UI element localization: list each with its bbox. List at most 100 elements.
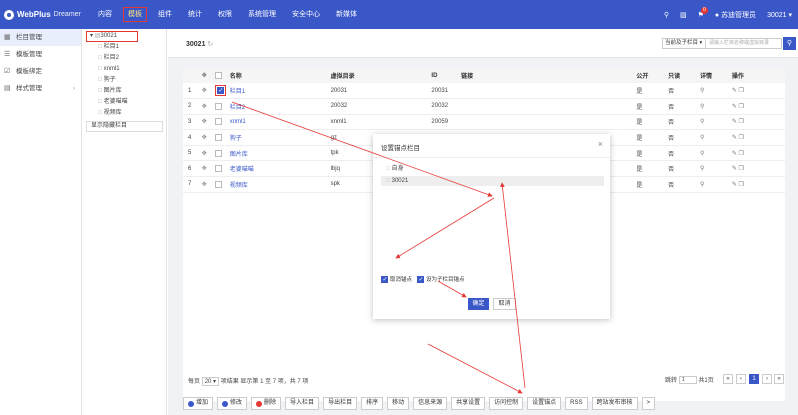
- detail-icon[interactable]: ⚲: [700, 176, 732, 193]
- add-button[interactable]: 增加: [183, 397, 214, 410]
- row-checkbox[interactable]: [214, 149, 222, 157]
- confirm-button[interactable]: 确定: [468, 298, 489, 310]
- copy-icon[interactable]: ❐: [739, 88, 744, 94]
- page-size-select[interactable]: 20 ▾: [201, 377, 220, 386]
- copy-icon[interactable]: ❐: [739, 119, 744, 125]
- row-checkbox[interactable]: [216, 87, 224, 94]
- nav-item-stats[interactable]: 统计: [180, 0, 210, 29]
- drag-handle-icon[interactable]: ✥: [193, 83, 215, 100]
- drag-handle-icon[interactable]: ✥: [193, 160, 215, 178]
- table-row[interactable]: 1 ✥ 栏目1 20031 20031 是 否 ⚲ ✎ ❐: [183, 83, 785, 100]
- jump-input[interactable]: 1: [678, 376, 697, 385]
- cancel-anchor-checkbox[interactable]: [381, 276, 388, 284]
- refresh-icon[interactable]: ↻: [207, 41, 213, 48]
- tree-item[interactable]: □ 栏目2: [83, 53, 166, 64]
- detail-icon[interactable]: ⚲: [700, 114, 732, 131]
- set-anchor-button[interactable]: 设置锚点: [527, 397, 562, 410]
- expand-icon[interactable]: ▾: [90, 31, 93, 42]
- info-source-button[interactable]: 信息来源: [413, 397, 448, 410]
- row-checkbox[interactable]: [214, 134, 222, 142]
- drag-handle-icon[interactable]: ✥: [193, 98, 215, 115]
- show-hidden-toggle[interactable]: 显示隐藏栏目: [86, 121, 163, 132]
- drag-handle-icon[interactable]: ✥: [193, 114, 215, 131]
- edit-icon[interactable]: ✎: [732, 119, 737, 125]
- tree-item[interactable]: □ 视频库: [83, 108, 166, 119]
- nav-item-template[interactable]: 模板: [120, 0, 150, 29]
- detail-icon[interactable]: ⚲: [700, 160, 732, 178]
- nav-item-content[interactable]: 内容: [90, 0, 120, 29]
- drag-handle-icon[interactable]: ✥: [193, 145, 215, 162]
- tree-item[interactable]: □ 狗子: [83, 75, 166, 86]
- cross-site-publish-button[interactable]: 跨站发布审核: [591, 397, 638, 410]
- row-name-link[interactable]: 视频库: [230, 183, 248, 189]
- drag-handle-icon[interactable]: ✥: [193, 176, 215, 193]
- tree-item[interactable]: □ xnml1: [83, 64, 166, 75]
- move-button[interactable]: 移动: [387, 397, 410, 410]
- ops-icons[interactable]: ✎ ❐: [731, 83, 785, 100]
- cancel-button[interactable]: 取消: [493, 298, 516, 310]
- bell-icon[interactable]: ⚑ 0: [698, 6, 708, 19]
- row-name-link[interactable]: xnml1: [230, 119, 246, 125]
- site-selector[interactable]: 30021 ▾: [767, 11, 792, 19]
- copy-icon[interactable]: ❐: [739, 135, 744, 141]
- ops-icons[interactable]: ✎ ❐: [731, 160, 785, 178]
- row-checkbox[interactable]: [214, 118, 222, 126]
- row-checkbox[interactable]: [214, 102, 222, 110]
- row-name-link[interactable]: 栏目2: [230, 105, 245, 111]
- nav-item-system[interactable]: 系统管理: [240, 0, 284, 29]
- copy-icon[interactable]: ❐: [739, 166, 744, 172]
- ops-icons[interactable]: ✎ ❐: [731, 129, 785, 146]
- edit-button[interactable]: 修改: [217, 397, 248, 410]
- anchor-option-self[interactable]: □ 自身: [386, 164, 404, 174]
- sidebar-item-style-manage[interactable]: ▤ 样式管理 ›: [0, 80, 81, 97]
- apply-children-option[interactable]: 设为子栏目锚点: [417, 275, 465, 284]
- user-menu[interactable]: ● 苏迪管理员: [715, 10, 756, 20]
- next-page-button[interactable]: ›: [762, 374, 772, 384]
- detail-icon[interactable]: ⚲: [700, 83, 732, 100]
- nav-item-new-media[interactable]: 新媒体: [328, 0, 365, 29]
- tree-root[interactable]: ▾ ▤ 30021: [86, 31, 138, 42]
- copy-icon[interactable]: ❐: [739, 182, 744, 188]
- first-page-button[interactable]: «: [723, 374, 733, 384]
- close-icon[interactable]: ×: [598, 139, 603, 149]
- ops-icons[interactable]: ✎ ❐: [731, 145, 785, 162]
- last-page-button[interactable]: »: [774, 374, 784, 384]
- row-name-link[interactable]: 栏目1: [230, 89, 245, 95]
- tree-item[interactable]: □ 图片库: [83, 86, 166, 97]
- search-icon[interactable]: ⚲: [664, 11, 669, 19]
- nav-item-permission[interactable]: 权限: [210, 0, 240, 29]
- copy-icon[interactable]: ❐: [739, 104, 744, 110]
- more-button[interactable]: >: [641, 397, 656, 410]
- row-checkbox[interactable]: [214, 165, 222, 173]
- search-input[interactable]: 请输入栏目名称或虚拟目录: [706, 38, 782, 49]
- shirt-icon[interactable]: ▨: [680, 11, 687, 19]
- ops-icons[interactable]: ✎ ❐: [731, 98, 785, 115]
- edit-icon[interactable]: ✎: [732, 182, 737, 188]
- ops-icons[interactable]: ✎ ❐: [731, 176, 785, 193]
- col-header-id[interactable]: ID: [431, 68, 462, 83]
- row-name-link[interactable]: 狗子: [230, 136, 242, 142]
- import-columns-button[interactable]: 导入栏目: [285, 397, 320, 410]
- col-header-select-all[interactable]: [214, 68, 230, 83]
- drag-handle-icon[interactable]: ✥: [193, 129, 215, 146]
- edit-icon[interactable]: ✎: [732, 88, 737, 94]
- edit-icon[interactable]: ✎: [732, 135, 737, 141]
- row-name-link[interactable]: 老婆喵喵: [230, 167, 254, 173]
- sidebar-item-template-bind[interactable]: ☑ 模板绑定: [0, 63, 81, 80]
- tree-item[interactable]: □ 栏目1: [83, 42, 166, 53]
- select-all-checkbox[interactable]: [214, 71, 222, 79]
- detail-icon[interactable]: ⚲: [700, 145, 732, 162]
- col-header-name[interactable]: 名称: [229, 68, 331, 83]
- rss-button[interactable]: RSS: [565, 397, 588, 410]
- sort-button[interactable]: 排序: [361, 397, 384, 410]
- ops-icons[interactable]: ✎ ❐: [731, 114, 785, 131]
- table-row[interactable]: 3 ✥ xnml1 xnml1 20059 是 否 ⚲ ✎ ❐: [183, 114, 785, 131]
- scope-select[interactable]: 当前及子栏目 ▾: [662, 38, 706, 49]
- sidebar-item-column-manage[interactable]: ▦ 栏目管理: [0, 29, 81, 46]
- edit-icon[interactable]: ✎: [732, 104, 737, 110]
- prev-page-button[interactable]: ‹: [736, 374, 746, 384]
- nav-item-component[interactable]: 组件: [150, 0, 180, 29]
- row-checkbox[interactable]: [214, 180, 222, 188]
- cancel-anchor-option[interactable]: 取消锚点: [381, 275, 412, 284]
- page-button-current[interactable]: 1: [749, 374, 759, 384]
